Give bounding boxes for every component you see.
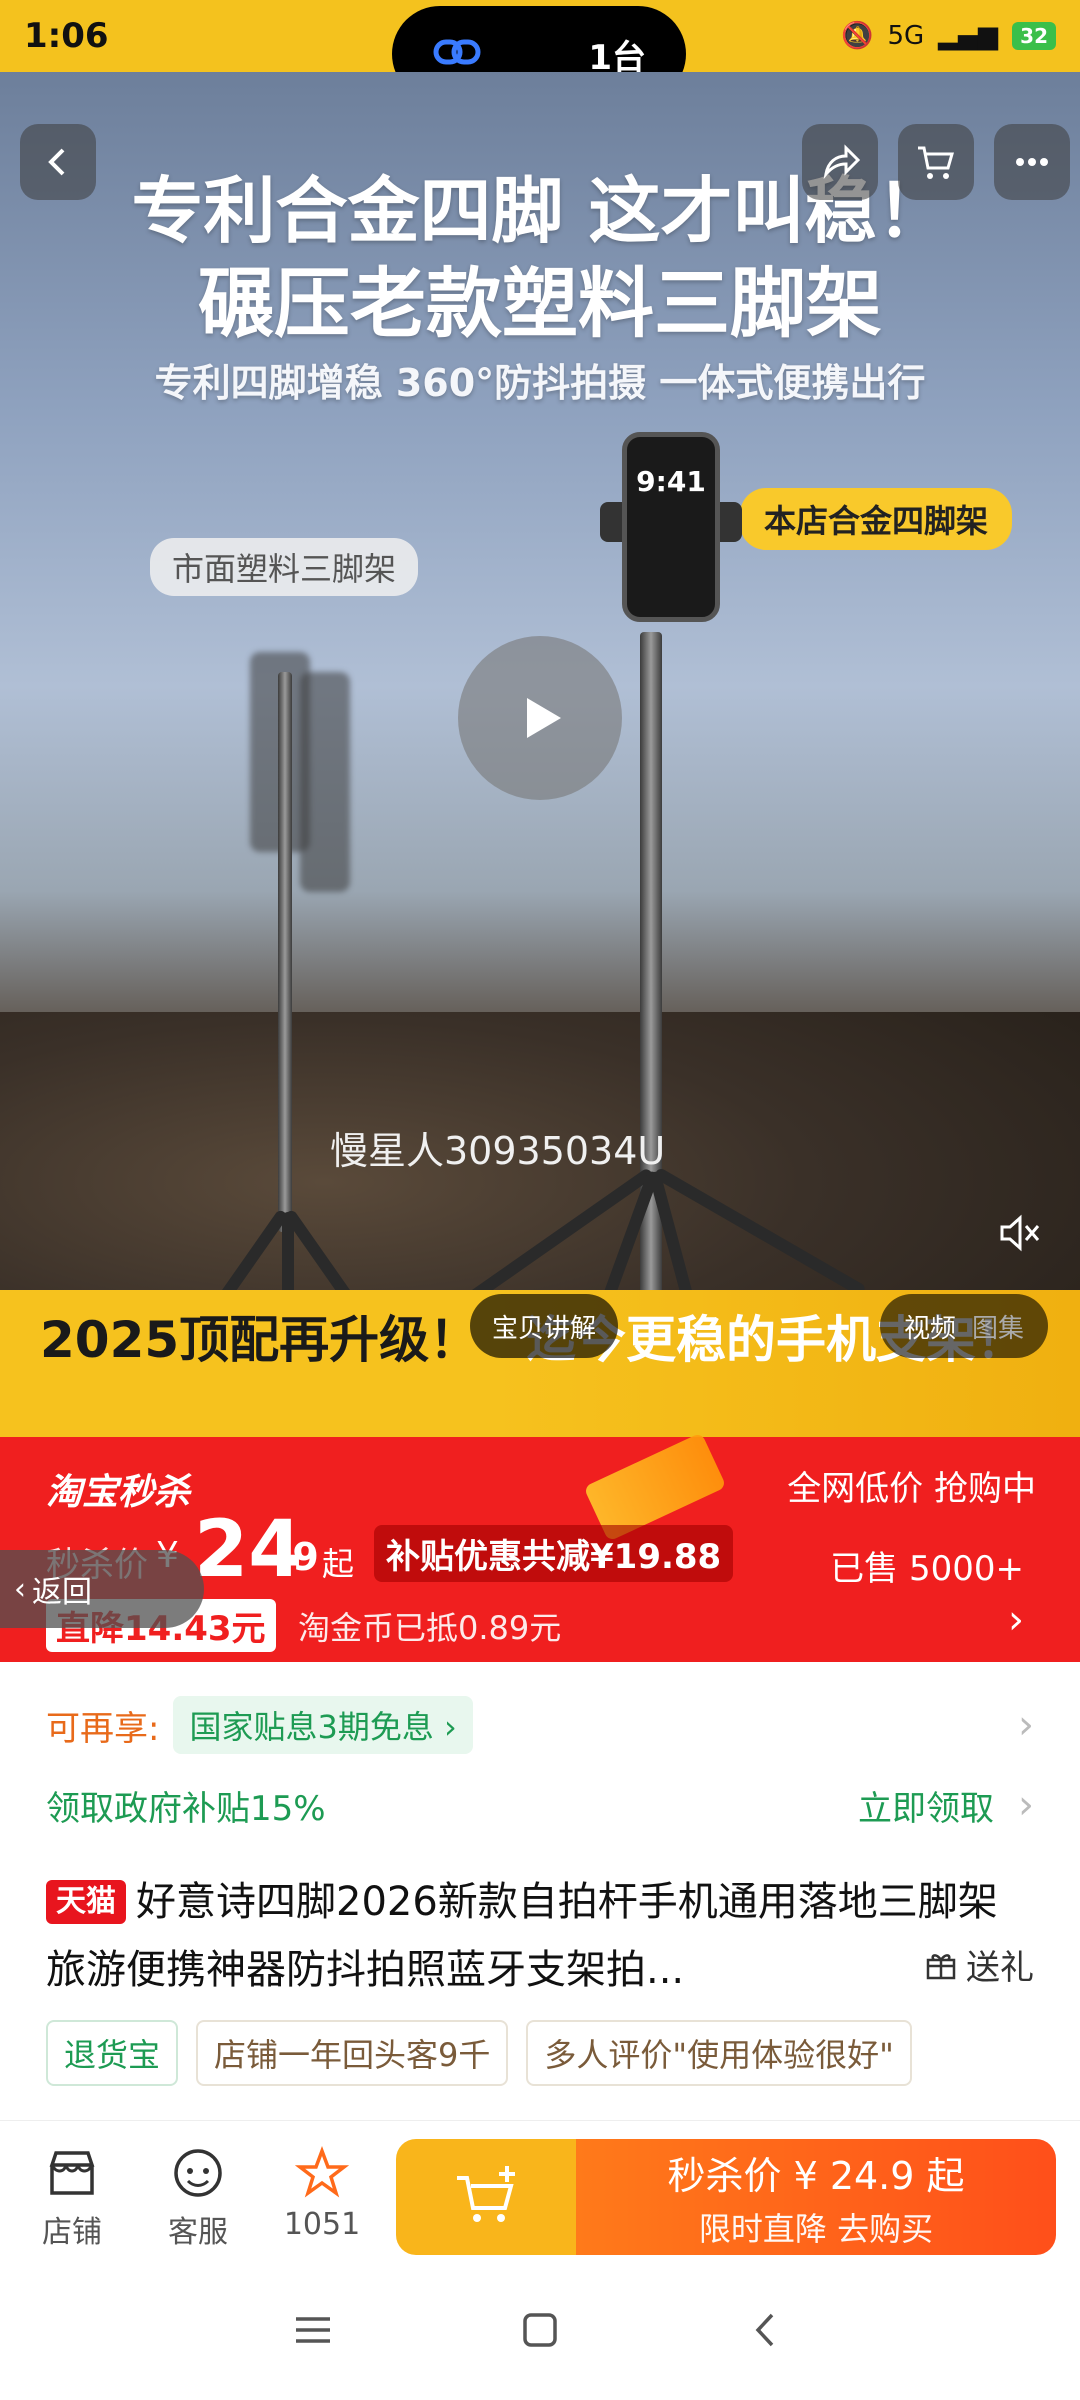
hero-subtitle: 专利四脚增稳 360°防抖拍摄 一体式便携出行 [154,361,926,405]
store-button[interactable]: 店铺 [22,2145,122,2251]
status-time: 1:06 [24,16,109,56]
tag-repeat-customers[interactable]: 店铺一年回头客9千 [196,2020,509,2086]
signal-icon: ▂▄▆ [938,21,999,51]
tab-explain[interactable]: 宝贝讲解 [470,1308,618,1345]
seckill-buy-button[interactable]: 秒杀价 ¥ 24.9 起 限时直降 去购买 [576,2139,1056,2255]
bottom-action-bar: 店铺 客服 1051 秒杀价 ¥ 24.9 起 限时直降 去购买 [0,2120,1080,2260]
cart-button[interactable] [898,124,974,200]
tag-reviews[interactable]: 多人评价"使用体验很好" [526,2020,912,2086]
hero-title-2: 碾压老款塑料三脚架 [198,259,882,348]
service-tags: 退货宝 店铺一年回头客9千 多人评价"使用体验很好" [46,2020,912,2086]
link-icon [432,32,482,76]
extra-benefit-label: 可再享: [46,1708,160,1749]
floating-back-label: 返回 [32,1575,92,1610]
more-dots-icon [1016,158,1048,166]
system-navigation-bar [0,2260,1080,2400]
network-label: 5G [887,21,925,51]
installment-row[interactable]: 可再享: 国家贴息3期免息 › › [0,1690,1080,1760]
gift-label: 送礼 [966,1948,1034,1988]
mute-button[interactable] [996,1210,1042,1260]
more-button[interactable] [994,124,1070,200]
chevron-right-icon: › [1008,1597,1024,1643]
home-icon[interactable] [515,2305,565,2355]
favorite-count: 1051 [283,2207,361,2242]
chevron-left-icon: ‹ [14,1571,26,1607]
battery-icon: 32 [1012,22,1056,50]
play-video-button[interactable] [458,636,622,800]
subsidy-badge: 补贴优惠共减¥19.88 [374,1525,734,1582]
buy-line-2: 限时直降 去购买 [698,2209,934,2248]
product-title-text: 好意诗四脚2026新款自拍杆手机通用落地三脚架旅游便携神器防抖拍照蓝牙支架拍..… [46,1879,998,1993]
gift-icon [926,1953,956,1979]
coin-deduction: 淘金币已抵0.89元 [298,1609,562,1647]
tab-video[interactable]: 视频 [896,1308,964,1345]
share-button[interactable] [802,124,878,200]
product-page: 1:06 🔕 5G ▂▄▆ 32 1台 专利合金四脚 这才叫稳！ 碾压老款塑料三… [0,0,1080,2400]
cart-icon [918,146,954,179]
phone-time: 9:41 [636,465,706,498]
price-decimal: .9 [278,1535,319,1579]
gov-subsidy-label: 领取政府补贴15% [46,1788,326,1829]
share-icon [823,144,861,180]
store-label: 店铺 [42,2215,102,2250]
floating-back-button[interactable]: ‹ 返回 [0,1550,204,1628]
tab-gallery[interactable]: 图集 [964,1308,1032,1345]
add-to-cart-button[interactable] [396,2139,576,2255]
product-title: 天猫 好意诗四脚2026新款自拍杆手机通用落地三脚架旅游便携神器防抖拍照蓝牙支架拍… [46,1868,1036,2004]
low-price-label: 全网低价 抢购中 [787,1469,1036,1509]
price-suffix: 起 [322,1545,355,1583]
star-icon [294,2146,350,2198]
watermark-text: 慢星人30935034U [330,1129,666,1173]
phone-illustration: 9:41 [622,432,720,622]
gift-button[interactable]: 送礼 [924,1940,1034,1989]
alloy-tripod-tag: 本店合金四脚架 [740,488,1013,550]
play-icon [527,698,561,738]
shaky-phone-ghost-2 [300,672,350,892]
buy-line-1: 秒杀价 ¥ 24.9 起 [667,2153,965,2198]
media-tabs: 宝贝讲解 [470,1294,619,1358]
mute-status-icon: 🔕 [841,21,874,51]
service-label: 客服 [168,2215,228,2250]
plastic-tripod-pole [278,672,292,1232]
installment-pill: 国家贴息3期免息 › [173,1696,473,1754]
product-media[interactable]: 专利合金四脚 这才叫稳！ 碾压老款塑料三脚架 专利四脚增稳 360°防抖拍摄 一… [0,72,1080,1437]
sold-count: 已售 5000+ [830,1549,1024,1589]
customer-service-icon [174,2149,222,2197]
tmall-badge: 天猫 [46,1880,126,1924]
chevron-right-icon: › [1018,1782,1034,1828]
chevron-right-icon: › [1018,1702,1034,1748]
plastic-tripod-tag: 市面塑料三脚架 [150,538,419,596]
menu-icon[interactable] [288,2305,338,2355]
status-icons: 🔕 5G ▂▄▆ 32 [841,21,1056,51]
back-icon[interactable] [742,2305,792,2355]
store-icon [49,2151,95,2195]
alloy-tripod-pole [640,632,662,1352]
banner-left-text: 2025顶配再升级！ [40,1311,480,1369]
flash-sale-brand: 淘宝秒杀 [46,1472,191,1513]
add-cart-icon [457,2166,515,2222]
chevron-left-icon [48,148,65,176]
tag-return-insurance[interactable]: 退货宝 [46,2020,179,2086]
claim-now-link[interactable]: 立即领取 [858,1781,994,1830]
customer-service-button[interactable]: 客服 [148,2145,248,2251]
media-tabs-right: 视频 图集 [880,1294,1049,1358]
buy-button[interactable]: 秒杀价 ¥ 24.9 起 限时直降 去购买 [396,2139,1056,2255]
back-button[interactable] [20,124,96,200]
speaker-muted-icon [1000,1214,1040,1252]
gov-subsidy-row[interactable]: 领取政府补贴15% 立即领取 › [0,1770,1080,1840]
favorite-button[interactable]: 1051 [272,2145,372,2242]
